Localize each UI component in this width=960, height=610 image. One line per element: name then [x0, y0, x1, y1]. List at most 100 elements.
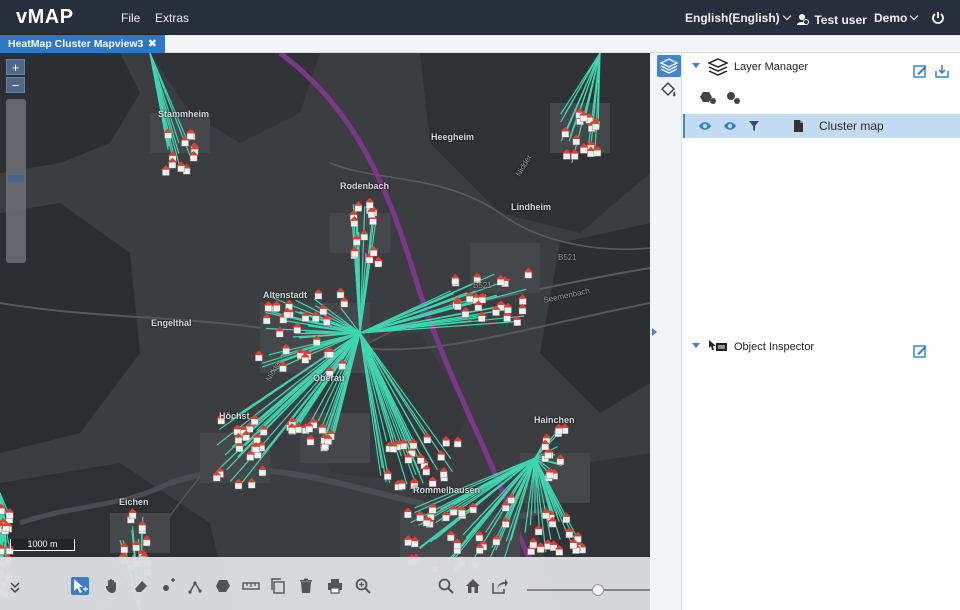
house-marker[interactable] [322, 314, 332, 326]
house-marker[interactable] [561, 512, 571, 523]
export-icon[interactable] [935, 64, 949, 78]
user-menu[interactable]: Test user [796, 11, 867, 27]
collapse-triangle-icon[interactable] [692, 63, 700, 68]
delete-icon[interactable] [297, 577, 315, 595]
home-icon[interactable] [464, 577, 482, 595]
copy-icon[interactable] [269, 577, 287, 595]
house-marker[interactable] [186, 128, 195, 140]
house-marker[interactable] [416, 453, 426, 464]
style-bucket-icon[interactable] [659, 81, 677, 99]
map-canvas[interactable]: Stammheim Heegheim Rodenbach Lindheim Al… [0, 53, 650, 610]
house-marker[interactable] [403, 507, 413, 519]
house-marker[interactable] [453, 436, 463, 448]
house-marker[interactable] [142, 535, 152, 547]
opacity-slider[interactable] [527, 589, 650, 591]
add-layer-icon[interactable] [726, 91, 742, 105]
house-marker[interactable] [439, 467, 449, 478]
house-marker[interactable] [545, 467, 555, 479]
zoom-out-button[interactable]: − [6, 77, 25, 93]
house-marker[interactable] [436, 450, 446, 461]
house-marker[interactable] [441, 435, 451, 447]
house-marker[interactable] [275, 326, 285, 338]
house-marker[interactable] [284, 299, 294, 311]
house-marker[interactable] [446, 530, 456, 542]
house-marker[interactable] [263, 300, 273, 312]
print-icon[interactable] [326, 577, 344, 595]
house-marker[interactable] [523, 267, 533, 279]
house-marker[interactable] [318, 304, 328, 315]
house-marker[interactable] [534, 524, 544, 536]
zoom-slider[interactable] [6, 99, 26, 263]
house-marker[interactable] [518, 303, 527, 315]
eye-icon[interactable] [698, 119, 712, 133]
place-label: Höchst [219, 411, 250, 421]
expand-toolbar-icon[interactable] [6, 579, 20, 597]
house-marker[interactable] [292, 322, 302, 334]
house-marker[interactable] [403, 535, 413, 546]
measure-icon[interactable] [242, 577, 260, 595]
house-marker[interactable] [562, 148, 572, 160]
collapse-triangle-icon[interactable] [692, 343, 700, 348]
house-marker[interactable] [570, 149, 580, 160]
filter-icon[interactable] [747, 119, 761, 133]
eraser-tool-icon[interactable] [132, 577, 150, 595]
house-marker[interactable] [254, 350, 264, 362]
house-marker[interactable] [450, 273, 460, 285]
house-marker[interactable] [555, 454, 565, 465]
pan-tool-icon[interactable] [103, 577, 121, 595]
house-marker[interactable] [311, 311, 321, 322]
edit-icon[interactable] [913, 64, 927, 78]
power-icon[interactable] [931, 11, 945, 25]
workspace-selector[interactable]: Demo [874, 11, 919, 25]
house-marker[interactable] [336, 287, 345, 299]
edit-icon[interactable] [913, 344, 927, 358]
house-marker[interactable] [258, 465, 267, 477]
language-selector[interactable]: English(English) [685, 11, 791, 25]
house-marker[interactable] [353, 201, 363, 212]
add-layer-group-icon[interactable] [698, 91, 718, 105]
house-marker[interactable] [262, 313, 272, 325]
house-marker[interactable] [317, 423, 327, 434]
house-marker[interactable] [461, 306, 470, 318]
house-marker[interactable] [137, 520, 147, 532]
eye-icon[interactable] [723, 119, 737, 133]
house-marker[interactable] [306, 434, 315, 446]
menu-extras[interactable]: Extras [155, 11, 189, 25]
zoom-search-icon[interactable] [354, 577, 372, 595]
zoom-in-button[interactable]: + [6, 59, 25, 75]
house-marker[interactable] [536, 542, 546, 553]
opacity-slider-thumb[interactable] [592, 584, 604, 596]
layers-icon[interactable] [657, 55, 681, 77]
house-marker[interactable] [373, 256, 383, 268]
zoom-slider-thumb[interactable] [8, 175, 24, 182]
search-icon[interactable] [437, 577, 455, 595]
house-marker[interactable] [176, 161, 186, 172]
house-marker[interactable] [250, 414, 260, 425]
menu-file[interactable]: File [121, 11, 140, 25]
collapse-panel-icon[interactable] [652, 328, 657, 336]
close-icon[interactable]: ✖ [148, 35, 157, 53]
house-marker[interactable] [496, 274, 506, 286]
house-marker[interactable] [506, 493, 516, 504]
house-marker[interactable] [441, 510, 451, 522]
share-icon[interactable] [491, 577, 509, 595]
house-marker[interactable] [313, 288, 323, 300]
house-marker[interactable] [281, 343, 291, 355]
house-marker[interactable] [247, 477, 257, 489]
draw-point-icon[interactable] [160, 577, 178, 595]
house-marker[interactable] [560, 126, 570, 138]
house-marker[interactable] [128, 508, 138, 519]
draw-polygon-icon[interactable] [214, 577, 232, 595]
select-tool-icon[interactable] [71, 577, 89, 595]
house-marker[interactable] [234, 478, 243, 490]
house-marker[interactable] [365, 197, 375, 209]
house-marker[interactable] [428, 502, 437, 514]
house-marker[interactable] [272, 300, 282, 312]
house-marker[interactable] [571, 134, 581, 146]
house-marker[interactable] [518, 294, 528, 305]
house-marker[interactable] [554, 423, 564, 435]
house-marker[interactable] [359, 229, 369, 241]
draw-line-icon[interactable] [187, 577, 205, 595]
layer-row-cluster-map[interactable]: Cluster map [683, 114, 960, 138]
tab-mapview[interactable]: HeatMap Cluster Mapview3 ✖ [0, 35, 165, 53]
